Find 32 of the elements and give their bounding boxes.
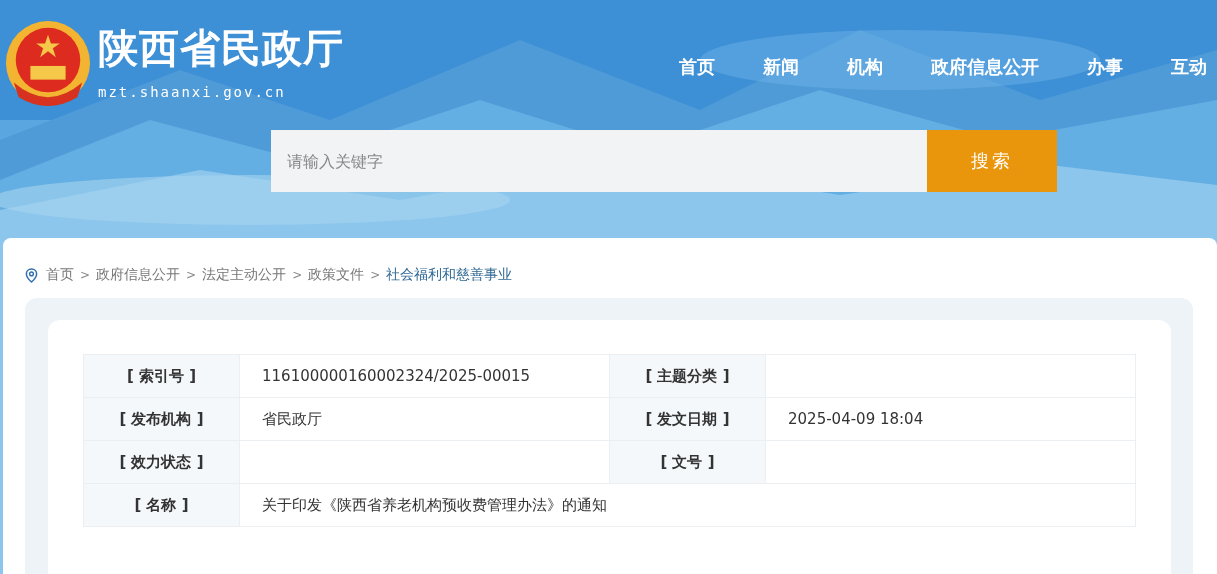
breadcrumb-link[interactable]: 社会福利和慈善事业	[386, 266, 513, 284]
site-domain: mzt.shaanxi.gov.cn	[98, 84, 287, 100]
field-label: [ 索引号 ]	[83, 354, 240, 398]
emblem-icon	[4, 18, 92, 108]
breadcrumb-separator: >	[80, 268, 91, 282]
field-label: [ 效力状态 ]	[83, 440, 240, 484]
field-value: 省民政厅	[262, 409, 322, 428]
field-label: [ 名称 ]	[83, 483, 240, 527]
breadcrumb-link[interactable]: 法定主动公开	[202, 266, 287, 284]
search-field[interactable]: 请输入关键字	[271, 130, 927, 192]
breadcrumb-separator: >	[292, 268, 303, 282]
nav-link[interactable]: 政府信息公开	[931, 55, 1039, 108]
search-button[interactable]: 搜索	[927, 130, 1057, 192]
nav-link[interactable]: 互动	[1171, 55, 1207, 108]
field-value: 2025-04-09 18:04	[788, 410, 924, 428]
nav-link[interactable]: 办事	[1087, 55, 1123, 108]
breadcrumb-link[interactable]: 政策文件	[308, 266, 365, 284]
field-label: [ 发布机构 ]	[83, 397, 240, 441]
nav-link[interactable]: 新闻	[763, 55, 799, 108]
field-label: [ 主题分类 ]	[609, 354, 766, 398]
breadcrumb-separator: >	[370, 268, 381, 282]
breadcrumb-link[interactable]: 首页	[46, 266, 74, 284]
field-value: 关于印发《陕西省养老机构预收费管理办法》的通知	[262, 495, 607, 514]
breadcrumb-link[interactable]: 政府信息公开	[96, 266, 181, 284]
field-label: [ 发文日期 ]	[609, 397, 766, 441]
field-label: [ 文号 ]	[609, 440, 766, 484]
location-pin-icon	[25, 267, 38, 283]
site-title: 陕西省民政厅	[98, 24, 344, 73]
breadcrumb-separator: >	[186, 268, 197, 282]
field-value: 116100000160002324/2025-00015	[262, 367, 531, 385]
nav-link[interactable]: 首页	[679, 55, 715, 108]
nav-link[interactable]: 机构	[847, 55, 883, 108]
